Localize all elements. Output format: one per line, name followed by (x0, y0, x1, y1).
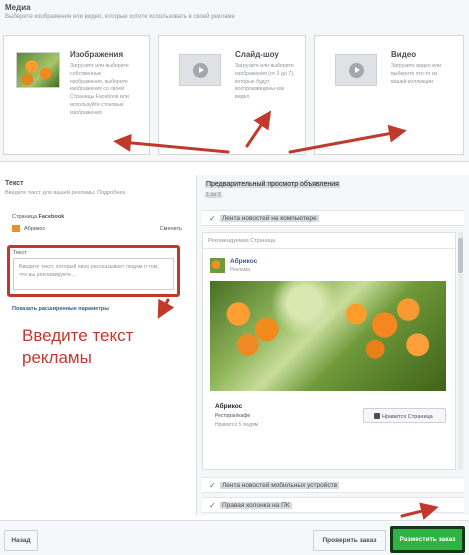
ad-page-category: Ресторан/кафе (215, 413, 251, 419)
preview-title: Предварительный просмотр объявления (205, 181, 340, 188)
slideshow-option-card[interactable]: Слайд-шоу Загрузите или выберите изображ… (158, 35, 306, 155)
ad-preview-card: Рекомендуемая Страница Абрикос Реклама А… (202, 232, 456, 470)
placement-label: Лента новостей мобильных устройств (220, 482, 340, 489)
footer-bar: Назад Проверить заказ Разместить заказ (0, 520, 469, 555)
ad-preview-panel: Предварительный просмотр объявления 1 из… (196, 175, 469, 515)
placement-desktop-feed[interactable]: ✓ Лента новостей на компьютере (202, 210, 464, 226)
media-subtitle: Выберите изображения или видео, которые … (5, 14, 235, 20)
annotation-text: Введите текст рекламы (22, 326, 134, 367)
text-section-subtitle: Введите текст для вашей рекламы. Подробн… (5, 190, 128, 196)
change-page-link[interactable]: Сменить (160, 226, 182, 232)
media-title: Медиа (5, 3, 31, 12)
video-option-title: Видео (391, 50, 417, 59)
video-option-card[interactable]: Видео Загрузите видео или выберите что-т… (314, 35, 464, 155)
review-order-button[interactable]: Проверить заказ (313, 530, 386, 551)
text-section-title: Текст (5, 180, 24, 187)
video-option-description: Загрузите видео или выберите что-то из в… (391, 63, 441, 85)
sponsored-label: Реклама (230, 267, 251, 273)
back-button[interactable]: Назад (4, 530, 38, 551)
placement-label: Лента новостей на компьютере (220, 215, 319, 222)
ad-page-likes: Нравится 5 людям (215, 422, 259, 428)
slideshow-option-description: Загрузите или выберите изображения (от 3… (235, 63, 295, 101)
ad-creation-page: Медиа Выберите изображения или видео, ко… (0, 0, 469, 555)
thumbs-up-icon (374, 413, 380, 419)
ad-text-highlight: Текст Введите текст, который явно расска… (7, 245, 180, 297)
images-option-title: Изображения (70, 50, 124, 59)
ad-text-label: Текст (13, 250, 27, 256)
preview-page-name[interactable]: Абрикос (230, 258, 257, 265)
page-avatar (12, 225, 20, 232)
page-avatar (210, 258, 225, 273)
preview-scrollbar[interactable] (458, 232, 463, 470)
divider (203, 248, 455, 249)
slideshow-play-icon (174, 50, 221, 86)
place-order-button[interactable]: Разместить заказ (390, 526, 465, 553)
checkmark-icon: ✓ (209, 501, 216, 510)
advanced-options-link[interactable]: Показать расширенные параметры (12, 306, 109, 312)
selected-page-row: Абрикос Сменить (12, 225, 187, 235)
preview-count: 1 из 1 (205, 192, 222, 198)
image-thumbnail-icon (16, 52, 60, 88)
placement-right-column[interactable]: ✓ Правая колонка на ПК (202, 497, 464, 513)
facebook-page-label: Страница Facebook (12, 214, 65, 220)
selected-page-name: Абрикос (24, 225, 46, 232)
ad-image (210, 281, 446, 391)
checkmark-icon: ✓ (209, 481, 216, 490)
media-section: Медиа Выберите изображения или видео, ко… (0, 0, 469, 162)
recommended-page-label: Рекомендуемая Страница (208, 238, 276, 244)
slideshow-option-title: Слайд-шоу (235, 50, 279, 59)
ad-text-field[interactable]: Введите текст, который явно рассказывает… (13, 258, 174, 290)
text-section: Текст Введите текст для вашей рекламы. П… (0, 175, 196, 510)
images-option-card[interactable]: Изображения Загрузите или выберите собст… (3, 35, 150, 155)
like-page-button[interactable]: Нравится Страница (363, 408, 446, 423)
placement-mobile-feed[interactable]: ✓ Лента новостей мобильных устройств (202, 477, 464, 493)
video-play-icon (330, 50, 377, 86)
placement-label: Правая колонка на ПК (220, 502, 292, 509)
ad-page-title[interactable]: Абрикос (215, 403, 242, 410)
images-option-description: Загрузите или выберите собственные изобр… (70, 63, 129, 116)
checkmark-icon: ✓ (209, 214, 216, 223)
